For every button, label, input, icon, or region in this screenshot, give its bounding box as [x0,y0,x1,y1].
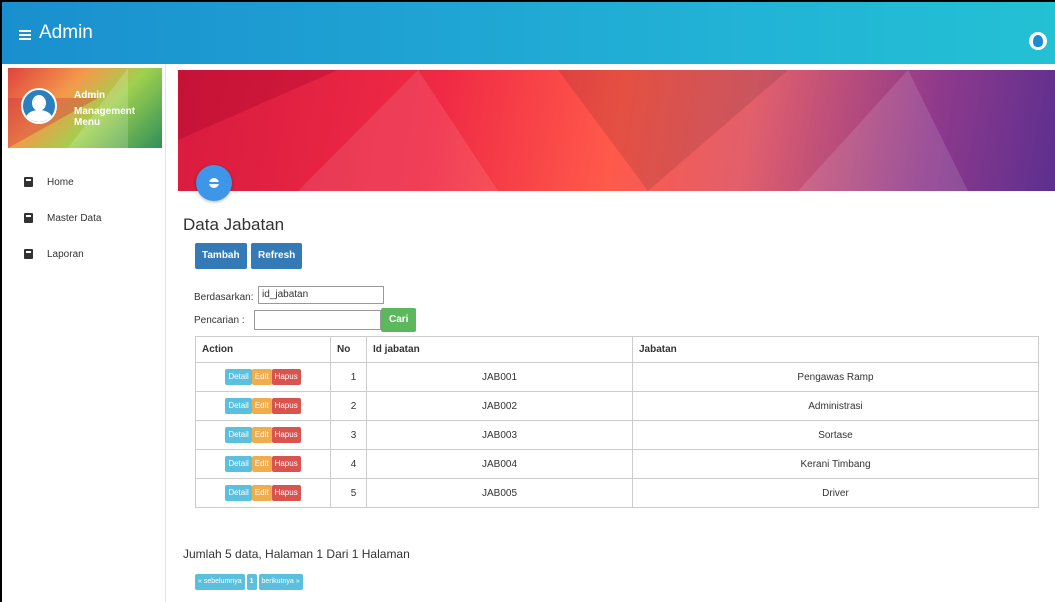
detail-button[interactable]: Detail [225,456,252,472]
sidebar-item-home[interactable]: Home [2,164,166,200]
row-actions: Detail Edit Hapus [195,362,331,392]
delete-button[interactable]: Hapus [271,369,301,385]
sidebar-nav: Home Master Data Laporan [2,164,166,272]
main-content: Data Jabatan Tambah Refresh Berdasarkan:… [166,64,1055,602]
next-page-button[interactable]: berikutnya » [258,574,303,590]
search-button[interactable]: Cari [381,308,417,332]
profile-panel: Admin Management Menu [8,68,162,148]
book-icon [24,177,33,187]
cell-jabatan: Pengawas Ramp [632,362,1039,392]
column-header-jabatan: Jabatan [632,336,1039,363]
detail-button[interactable]: Detail [225,427,252,443]
cell-no: 3 [330,420,367,450]
row-actions: Detail Edit Hapus [195,420,331,450]
pagination-summary: Jumlah 5 data, Halaman 1 Dari 1 Halaman [183,547,410,561]
search-query-label: Pencarian : [194,315,245,326]
profile-name: Admin [74,90,106,101]
sidebar-item-label: Home [47,176,74,188]
top-navbar: Admin [0,0,1055,64]
avatar [21,88,57,124]
page-1-button[interactable]: 1 [246,574,257,590]
cell-jabatan: Administrasi [632,391,1039,421]
sidebar: Admin Management Menu Home Master Data L… [0,64,166,602]
book-icon [24,213,33,223]
cell-no: 2 [330,391,367,421]
refresh-button[interactable]: Refresh [251,243,303,269]
sidebar-item-label: Laporan [47,248,84,260]
sidebar-item-laporan[interactable]: Laporan [2,236,166,272]
jabatan-table: Action No Id jabatan Jabatan Detail Edit H… [195,336,1039,508]
edit-button[interactable]: Edit [251,485,272,501]
delete-button[interactable]: Hapus [271,456,301,472]
search-input[interactable] [254,310,381,330]
book-icon [24,249,33,259]
row-actions: Detail Edit Hapus [195,478,331,508]
sidebar-item-master-data[interactable]: Master Data [2,200,166,236]
search-by-label: Berdasarkan: [194,292,254,303]
cell-id-jabatan: JAB004 [366,449,633,479]
app-title: Admin [39,22,93,43]
floating-action-icon[interactable] [196,165,232,201]
row-actions: Detail Edit Hapus [195,391,331,421]
edit-button[interactable]: Edit [251,456,272,472]
delete-button[interactable]: Hapus [271,398,301,414]
table-header-row: Action No Id jabatan Jabatan [195,336,1039,363]
column-header-action: Action [195,336,331,363]
table-row: Detail Edit Hapus 1 JAB001 Pengawas Ramp [195,362,1039,392]
column-header-id-jabatan: Id jabatan [366,336,633,363]
search-by-select[interactable]: id_jabatan [258,286,384,304]
edit-button[interactable]: Edit [251,369,272,385]
user-account-icon[interactable] [1029,32,1047,50]
table-row: Detail Edit Hapus 2 JAB002 Administrasi [195,391,1039,421]
edit-button[interactable]: Edit [251,427,272,443]
cell-no: 4 [330,449,367,479]
delete-button[interactable]: Hapus [271,427,301,443]
delete-button[interactable]: Hapus [271,485,301,501]
cell-no: 1 [330,362,367,392]
cell-id-jabatan: JAB005 [366,478,633,508]
cell-id-jabatan: JAB003 [366,420,633,450]
cell-jabatan: Kerani Timbang [632,449,1039,479]
cell-id-jabatan: JAB002 [366,391,633,421]
previous-page-button[interactable]: « sebelumnya [195,574,245,590]
cell-jabatan: Sortase [632,420,1039,450]
sidebar-item-label: Master Data [47,212,102,224]
cell-jabatan: Driver [632,478,1039,508]
pagination: « sebelumnya 1 berikutnya » [195,574,303,590]
header-banner [178,70,1055,191]
page-title: Data Jabatan [183,215,285,234]
edit-button[interactable]: Edit [251,398,272,414]
table-row: Detail Edit Hapus 4 JAB004 Kerani Timbang [195,449,1039,479]
table-row: Detail Edit Hapus 5 JAB005 Driver [195,478,1039,508]
menu-icon[interactable] [19,30,31,40]
detail-button[interactable]: Detail [225,369,252,385]
row-actions: Detail Edit Hapus [195,449,331,479]
detail-button[interactable]: Detail [225,398,252,414]
cell-no: 5 [330,478,367,508]
column-header-no: No [330,336,367,363]
add-button[interactable]: Tambah [195,243,247,269]
table-row: Detail Edit Hapus 3 JAB003 Sortase [195,420,1039,450]
profile-role: Management Menu [74,106,136,128]
cell-id-jabatan: JAB001 [366,362,633,392]
detail-button[interactable]: Detail [225,485,252,501]
